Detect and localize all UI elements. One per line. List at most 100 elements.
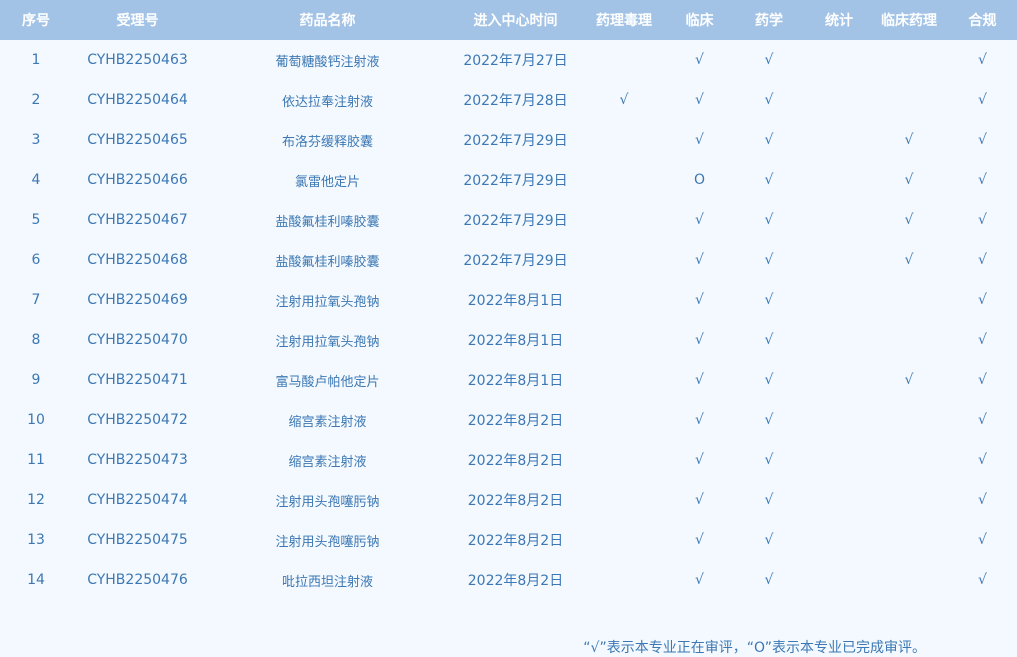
cell-entry-date: 2022年8月2日 (467, 493, 564, 509)
cell-drug-name: 注射用头孢噻肟钠 (275, 534, 380, 550)
cell-entry-date: 2022年8月1日 (467, 293, 564, 309)
cell-compliance: √ (978, 92, 987, 108)
cell-pharmacology-toxicology (579, 320, 669, 360)
cell-seq: 10 (27, 412, 45, 428)
cell-pharmaceutics: √ (764, 332, 774, 348)
table-row: 10 CYHB2250472 缩宫素注射液 2022年8月2日 √ √ √ (0, 400, 1017, 440)
cell-drug-name: 注射用头孢噻肟钠 (275, 494, 380, 510)
cell-clinical-pharmacology (870, 280, 948, 320)
cell-seq: 9 (31, 372, 41, 388)
cell-statistics (808, 280, 870, 320)
cell-clinical: √ (695, 572, 704, 588)
cell-pharmaceutics: √ (764, 52, 774, 68)
cell-pharmaceutics: √ (764, 212, 774, 228)
cell-clinical: √ (695, 292, 704, 308)
cell-acceptance-no: CYHB2250468 (87, 252, 188, 268)
cell-statistics (808, 160, 870, 200)
cell-drug-name: 缩宫素注射液 (288, 414, 367, 430)
cell-seq: 1 (31, 52, 41, 68)
table-row: 8 CYHB2250470 注射用拉氧头孢钠 2022年8月1日 √ √ √ (0, 320, 1017, 360)
cell-entry-date: 2022年8月1日 (467, 373, 564, 389)
cell-seq: 7 (31, 292, 41, 308)
header-seq: 序号 (22, 13, 50, 29)
cell-pharmacology-toxicology (579, 360, 669, 400)
cell-pharmacology-toxicology (579, 400, 669, 440)
cell-acceptance-no: CYHB2250474 (87, 492, 188, 508)
cell-compliance: √ (978, 412, 987, 428)
cell-clinical-pharmacology (870, 400, 948, 440)
cell-compliance: √ (978, 172, 987, 188)
table-row: 3 CYHB2250465 布洛芬缓释胶囊 2022年7月29日 √ √ √ √ (0, 120, 1017, 160)
cell-pharmaceutics: √ (764, 452, 774, 468)
cell-clinical-pharmacology (870, 560, 948, 600)
cell-compliance: √ (978, 572, 987, 588)
table-row: 2 CYHB2250464 依达拉奉注射液 2022年7月28日 √ √ √ √ (0, 80, 1017, 120)
cell-clinical: √ (695, 412, 704, 428)
cell-pharmacology-toxicology (579, 40, 669, 80)
cell-clinical: √ (695, 92, 704, 108)
cell-acceptance-no: CYHB2250469 (87, 292, 188, 308)
cell-clinical: √ (695, 52, 704, 68)
cell-clinical: √ (695, 492, 704, 508)
cell-drug-name: 盐酸氟桂利嗪胶囊 (275, 254, 380, 270)
cell-pharmacology-toxicology: √ (619, 92, 629, 108)
cell-acceptance-no: CYHB2250464 (87, 92, 188, 108)
header-compliance: 合规 (968, 13, 997, 29)
cell-pharmacology-toxicology (579, 160, 669, 200)
cell-clinical-pharmacology (870, 440, 948, 480)
cell-clinical: O (693, 172, 706, 188)
cell-seq: 12 (27, 492, 45, 508)
cell-acceptance-no: CYHB2250475 (87, 532, 188, 548)
cell-statistics (808, 480, 870, 520)
cell-acceptance-no: CYHB2250466 (87, 172, 188, 188)
cell-clinical: √ (695, 452, 704, 468)
cell-compliance: √ (978, 52, 987, 68)
cell-entry-date: 2022年8月2日 (467, 453, 564, 469)
cell-pharmaceutics: √ (764, 132, 774, 148)
cell-seq: 8 (31, 332, 41, 348)
review-status-table: 序号 受理号 药品名称 进入中心时间 药理毒理 临床 药学 统计 临床药理 合规… (0, 0, 1017, 600)
cell-drug-name: 氯雷他定片 (294, 174, 360, 190)
table-header-row: 序号 受理号 药品名称 进入中心时间 药理毒理 临床 药学 统计 临床药理 合规 (0, 0, 1017, 40)
cell-drug-name: 吡拉西坦注射液 (281, 574, 373, 590)
cell-entry-date: 2022年7月29日 (463, 173, 568, 189)
cell-seq: 14 (27, 572, 45, 588)
cell-pharmacology-toxicology (579, 440, 669, 480)
cell-clinical: √ (695, 372, 704, 388)
cell-statistics (808, 40, 870, 80)
table-row: 5 CYHB2250467 盐酸氟桂利嗪胶囊 2022年7月29日 √ √ √ √ (0, 200, 1017, 240)
cell-drug-name: 依达拉奉注射液 (281, 94, 373, 110)
cell-drug-name: 布洛芬缓释胶囊 (281, 134, 373, 150)
table-row: 13 CYHB2250475 注射用头孢噻肟钠 2022年8月2日 √ √ √ (0, 520, 1017, 560)
cell-pharmaceutics: √ (764, 252, 774, 268)
cell-compliance: √ (978, 372, 987, 388)
legend-footnote: “√”表示本专业正在审评，“O”表示本专业已完成审评。 (583, 640, 926, 656)
cell-statistics (808, 560, 870, 600)
table-row: 14 CYHB2250476 吡拉西坦注射液 2022年8月2日 √ √ √ (0, 560, 1017, 600)
cell-clinical-pharmacology: √ (904, 172, 914, 188)
cell-pharmacology-toxicology (579, 120, 669, 160)
cell-statistics (808, 120, 870, 160)
cell-clinical-pharmacology (870, 320, 948, 360)
cell-compliance: √ (978, 132, 987, 148)
cell-entry-date: 2022年8月2日 (467, 413, 564, 429)
cell-pharmaceutics: √ (764, 532, 774, 548)
table-row: 4 CYHB2250466 氯雷他定片 2022年7月29日 O √ √ √ (0, 160, 1017, 200)
cell-drug-name: 注射用拉氧头孢钠 (275, 294, 380, 310)
cell-entry-date: 2022年7月29日 (463, 133, 568, 149)
cell-seq: 4 (31, 172, 41, 188)
cell-compliance: √ (978, 452, 987, 468)
cell-drug-name: 富马酸卢帕他定片 (275, 374, 380, 390)
cell-clinical-pharmacology (870, 520, 948, 560)
cell-pharmacology-toxicology (579, 280, 669, 320)
cell-acceptance-no: CYHB2250476 (87, 572, 188, 588)
cell-entry-date: 2022年8月2日 (467, 533, 564, 549)
cell-seq: 11 (27, 452, 45, 468)
cell-compliance: √ (978, 292, 987, 308)
cell-pharmaceutics: √ (764, 292, 774, 308)
cell-statistics (808, 360, 870, 400)
cell-compliance: √ (978, 252, 987, 268)
header-pharmaceutics: 药学 (755, 13, 783, 29)
cell-seq: 5 (31, 212, 41, 228)
cell-clinical: √ (695, 252, 704, 268)
